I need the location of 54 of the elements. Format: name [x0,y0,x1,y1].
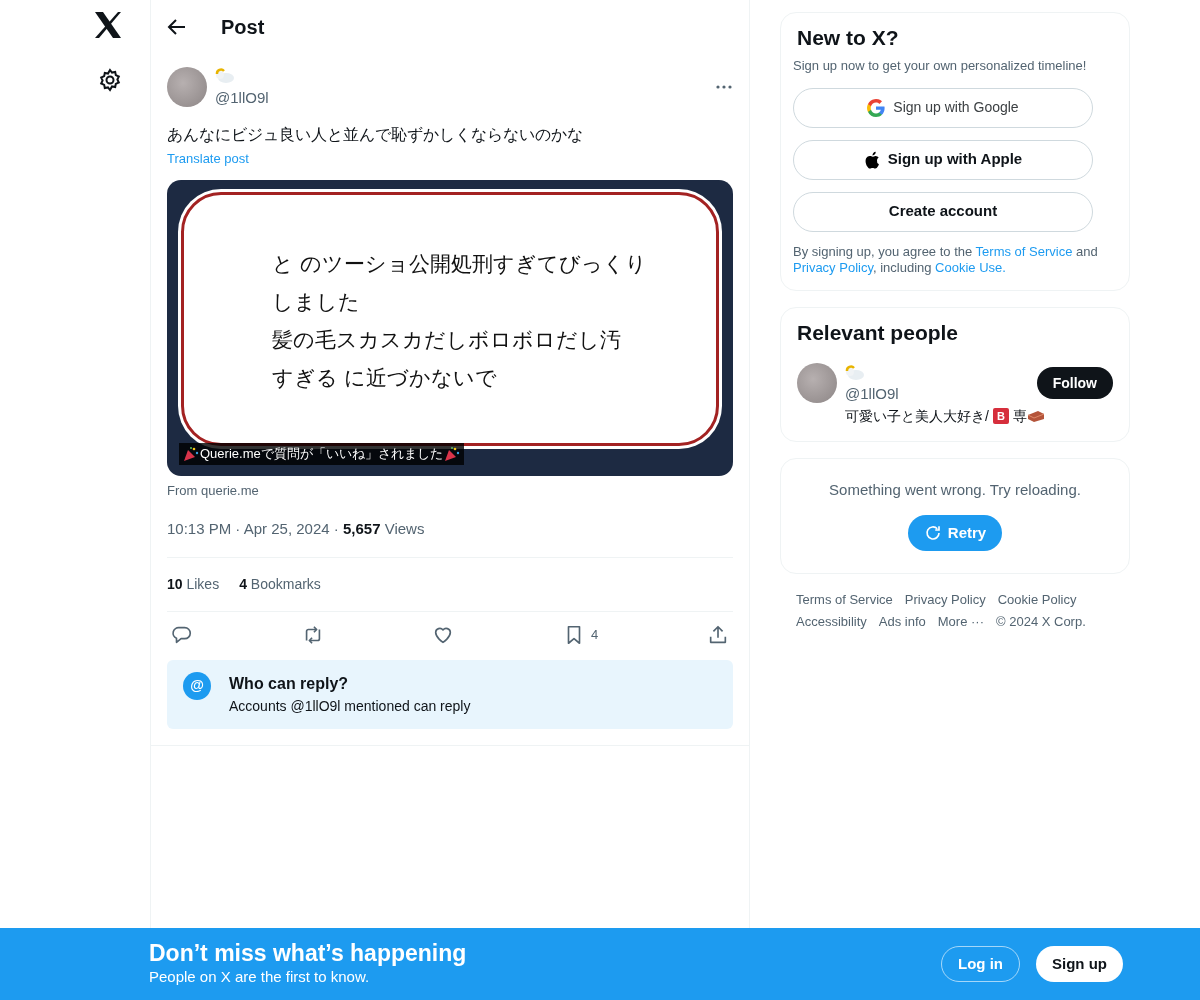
footer-link[interactable]: Accessibility [796,611,867,632]
post-meta: 10:13 PM · Apr 25, 2024 · 5,657 Views [167,500,733,558]
avatar[interactable] [797,363,837,404]
footer-link[interactable]: Privacy Policy [904,590,986,610]
back-icon[interactable] [167,17,187,37]
settings-icon[interactable] [98,68,122,92]
letter-badge: B [992,408,1009,425]
notice-text: Accounts @1llO9l mentioned can reply [229,696,471,716]
signup-button[interactable]: Sign up [1036,946,1123,982]
refresh-icon [923,524,942,543]
banner-title: Don’t miss what’s happening [149,939,468,966]
stat-link[interactable]: 10 Likes [167,573,220,595]
post-text: あんなにビジュ良い人と並んで恥ずかしくならないのかな [167,125,584,145]
image-text-line: しました [272,288,361,315]
google-icon [867,98,886,117]
mention-icon: @ [183,671,211,700]
image-text-line: 髪の毛スカスカだしボロボロだし汚 [272,326,622,353]
footer-link[interactable]: © 2024 X Corp. [996,611,1086,632]
image-text-line: すぎる に近づかないで [272,364,498,391]
signup-google-button[interactable]: Sign up with Google [793,87,1093,128]
bookmark-button[interactable]: 4 [563,623,599,646]
post-image[interactable]: と のツーショ公開処刑すぎてびっくり しました 髪の毛スカスカだしボロボロだし汚 すぎる に近づかないで Querie.meで質問が「いいね」されました [167,179,733,476]
card-title: New to X? [797,25,900,51]
share-icon [707,623,729,646]
share-button[interactable] [707,623,729,646]
user-handle[interactable]: @1llO9l [845,383,1029,406]
stat-link[interactable]: 4 Bookmarks [239,573,321,595]
follow-button[interactable]: Follow [1036,367,1113,400]
legal-text: By signing up, you agree to the Terms of Service and Privacy Policy, including Cookie Use. [793,243,1099,276]
card-title: Relevant people [797,319,960,345]
footer-link[interactable]: Cookie Policy [997,590,1077,610]
card-subtitle: Sign up now to get your own personalized timeline! [793,57,1088,76]
brick-icon [1026,409,1045,424]
more-icon[interactable] [715,83,733,90]
apple-icon [863,150,880,169]
user-handle[interactable]: @1llO9l [215,86,707,109]
bio-text: 可愛い子と美人大好き/ [845,406,989,426]
banner-subtitle: People on X are the first to know. [149,966,371,987]
footer-link[interactable]: Ads info [878,611,926,632]
party-popper-icon [183,445,199,462]
avatar[interactable] [167,66,207,107]
signup-apple-button[interactable]: Sign up with Apple [793,139,1093,180]
party-popper-icon [443,445,460,462]
error-message: Something went wrong. Try reloading. [828,479,1082,500]
source-link[interactable]: From querie.me [167,480,733,500]
footer-link[interactable]: Terms of Service [796,590,893,610]
image-text-line: と のツーショ公開処刑すぎてびっくり [272,250,648,277]
footer-link[interactable]: More ··· [937,611,984,632]
page-title: Post [221,15,265,39]
logo[interactable] [94,12,122,38]
bio-text: 専 [1012,406,1027,426]
notice-title: Who can reply? [229,673,350,694]
create-account-button[interactable]: Create account [793,191,1093,232]
caption-text: Querie.meで質問が「いいね」されました [200,445,443,463]
